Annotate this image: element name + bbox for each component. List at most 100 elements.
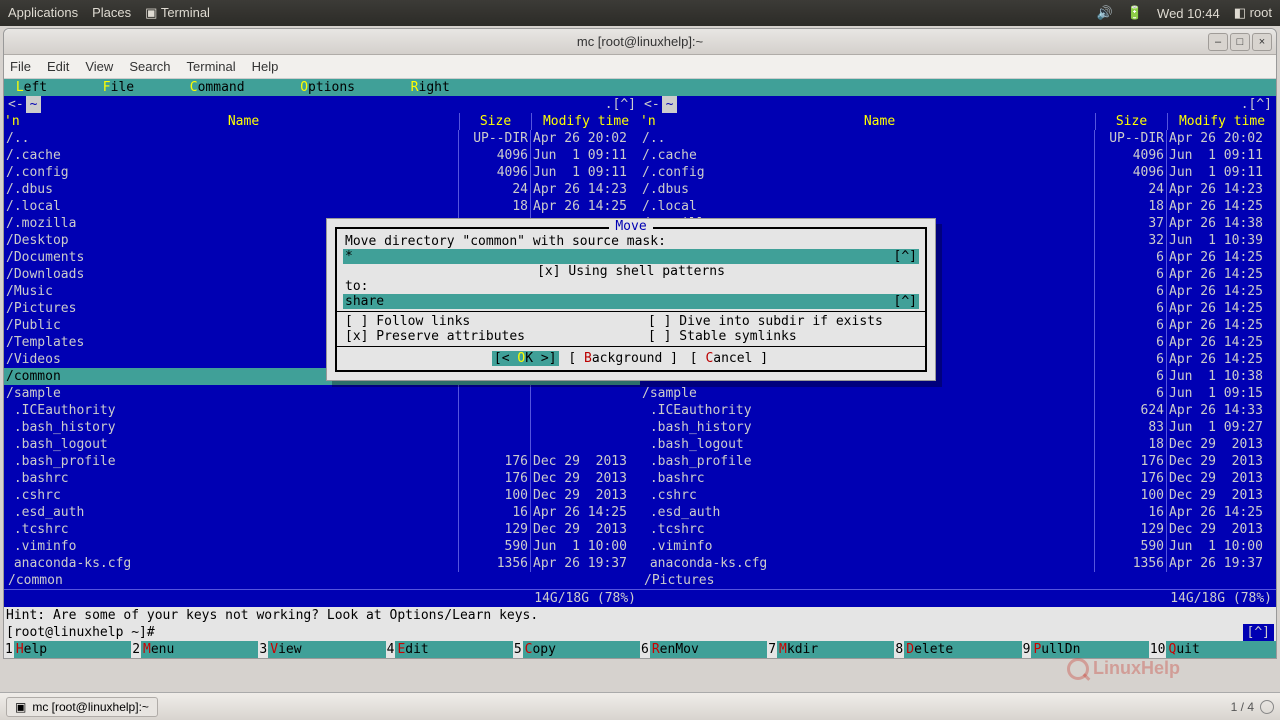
menu-view[interactable]: View [85, 59, 113, 74]
workspace-pager[interactable]: 1 / 4 [1231, 700, 1254, 714]
file-row[interactable]: .bash_logout [4, 436, 640, 453]
dialog-source-label: Move directory "common" with source mask… [343, 234, 919, 249]
menu-help[interactable]: Help [252, 59, 279, 74]
battery-icon[interactable]: 🔋 [1127, 5, 1143, 21]
shell-prompt[interactable]: [root@linuxhelp ~]# [^] [4, 624, 1276, 641]
menu-edit[interactable]: Edit [47, 59, 69, 74]
menu-terminal-launcher[interactable]: ▣ Terminal [145, 5, 210, 21]
col-size-header[interactable]: Size [460, 113, 532, 130]
mc-menu-item[interactable]: Right [403, 79, 458, 96]
mc-menubar[interactable]: Left File Command Options Right [4, 79, 1276, 96]
file-row[interactable]: .cshrc100Dec 29 2013 [4, 487, 640, 504]
col-sort-indicator[interactable]: 'n [640, 113, 664, 130]
file-row[interactable]: .ICEauthority [4, 402, 640, 419]
bottom-taskbar: ▣ mc [root@linuxhelp]:~ 1 / 4 [0, 692, 1280, 720]
fkey-3[interactable]: 3View [258, 641, 385, 658]
file-row[interactable]: /.dbus24Apr 26 14:23 [640, 181, 1276, 198]
file-row[interactable]: .bash_logout18Dec 29 2013 [640, 436, 1276, 453]
file-row[interactable]: .bash_profile176Dec 29 2013 [4, 453, 640, 470]
system-top-bar: Applications Places ▣ Terminal 🔊 🔋 Wed 1… [0, 0, 1280, 26]
fkey-9[interactable]: 9PullDn [1022, 641, 1149, 658]
stable-symlinks-checkbox[interactable]: [ ] Stable symlinks [646, 329, 919, 344]
file-row[interactable]: /..UP--DIRApr 26 20:02 [4, 130, 640, 147]
maximize-button[interactable]: □ [1230, 33, 1250, 51]
file-row[interactable]: /.local18Apr 26 14:25 [4, 198, 640, 215]
follow-links-checkbox[interactable]: [ ] Follow links [343, 314, 616, 329]
file-row[interactable]: .bashrc176Dec 29 2013 [640, 470, 1276, 487]
file-row[interactable]: .bash_profile176Dec 29 2013 [640, 453, 1276, 470]
file-row[interactable]: /.config4096Jun 1 09:11 [640, 164, 1276, 181]
file-row[interactable]: anaconda-ks.cfg1356Apr 26 19:37 [4, 555, 640, 572]
destination-input[interactable]: share[^] [343, 294, 919, 309]
fkey-5[interactable]: 5Copy [513, 641, 640, 658]
fkey-7[interactable]: 7Mkdir [767, 641, 894, 658]
menu-file[interactable]: File [10, 59, 31, 74]
file-row[interactable]: .viminfo590Jun 1 10:00 [640, 538, 1276, 555]
col-name-header[interactable]: Name [664, 113, 1096, 130]
fkey-1[interactable]: 1Help [4, 641, 131, 658]
pager-dot[interactable] [1260, 700, 1274, 714]
col-time-header[interactable]: Modify time [532, 113, 640, 130]
col-sort-indicator[interactable]: 'n [4, 113, 28, 130]
shell-patterns-checkbox[interactable]: [x] Using shell patterns [343, 264, 919, 279]
menu-applications[interactable]: Applications [8, 5, 78, 21]
left-panel-path[interactable]: ~ [26, 96, 42, 113]
fkey-2[interactable]: 2Menu [131, 641, 258, 658]
dive-subdir-checkbox[interactable]: [ ] Dive into subdir if exists [646, 314, 919, 329]
file-row[interactable]: .tcshrc129Dec 29 2013 [4, 521, 640, 538]
mc-menu-item[interactable]: Left [8, 79, 55, 96]
ok-button[interactable]: [< OK >] [492, 351, 559, 366]
preserve-attributes-checkbox[interactable]: [x] Preserve attributes [343, 329, 616, 344]
file-row[interactable]: /.cache4096Jun 1 09:11 [640, 147, 1276, 164]
col-size-header[interactable]: Size [1096, 113, 1168, 130]
close-button[interactable]: × [1252, 33, 1272, 51]
file-row[interactable]: /.dbus24Apr 26 14:23 [4, 181, 640, 198]
cancel-button[interactable]: [ Cancel ] [688, 351, 770, 366]
fkey-4[interactable]: 4Edit [386, 641, 513, 658]
file-row[interactable]: .viminfo590Jun 1 10:00 [4, 538, 640, 555]
panel-updown-icon[interactable]: .[^] [605, 96, 636, 113]
to-label: to: [343, 279, 919, 294]
fkey-8[interactable]: 8Delete [894, 641, 1021, 658]
mc-menu-item[interactable]: File [95, 79, 142, 96]
file-row[interactable]: /sample [4, 385, 640, 402]
source-mask-input[interactable]: *[^] [343, 249, 919, 264]
right-panel-path[interactable]: ~ [662, 96, 678, 113]
fkey-10[interactable]: 10Quit [1149, 641, 1276, 658]
file-row[interactable]: /.cache4096Jun 1 09:11 [4, 147, 640, 164]
mc-menu-item[interactable]: Command [182, 79, 252, 96]
minimize-button[interactable]: – [1208, 33, 1228, 51]
user-menu[interactable]: ◧ root [1234, 5, 1272, 21]
history-icon[interactable]: [^] [894, 294, 917, 309]
file-row[interactable]: /.config4096Jun 1 09:11 [4, 164, 640, 181]
left-panel-status: /common [4, 572, 640, 589]
panel-arrow-left[interactable]: <- [644, 96, 660, 113]
file-row[interactable]: .esd_auth16Apr 26 14:25 [640, 504, 1276, 521]
col-name-header[interactable]: Name [28, 113, 460, 130]
file-row[interactable]: .tcshrc129Dec 29 2013 [640, 521, 1276, 538]
clock[interactable]: Wed 10:44 [1157, 6, 1220, 21]
panel-arrow-left[interactable]: <- [8, 96, 24, 113]
history-icon[interactable]: [^] [894, 249, 917, 264]
window-titlebar[interactable]: mc [root@linuxhelp]:~ – □ × [4, 29, 1276, 55]
file-row[interactable]: /..UP--DIRApr 26 20:02 [640, 130, 1276, 147]
task-button[interactable]: ▣ mc [root@linuxhelp]:~ [6, 697, 158, 717]
file-row[interactable]: anaconda-ks.cfg1356Apr 26 19:37 [640, 555, 1276, 572]
file-row[interactable]: .cshrc100Dec 29 2013 [640, 487, 1276, 504]
file-row[interactable]: .ICEauthority624Apr 26 14:33 [640, 402, 1276, 419]
file-row[interactable]: /.local18Apr 26 14:25 [640, 198, 1276, 215]
col-time-header[interactable]: Modify time [1168, 113, 1276, 130]
mc-menu-item[interactable]: Options [292, 79, 362, 96]
background-button[interactable]: [ Background ] [566, 351, 680, 366]
volume-icon[interactable]: 🔊 [1097, 5, 1113, 21]
menu-places[interactable]: Places [92, 5, 131, 21]
panel-updown-icon[interactable]: .[^] [1241, 96, 1272, 113]
file-row[interactable]: .bashrc176Dec 29 2013 [4, 470, 640, 487]
fkey-6[interactable]: 6RenMov [640, 641, 767, 658]
file-row[interactable]: .bash_history83Jun 1 09:27 [640, 419, 1276, 436]
file-row[interactable]: .bash_history [4, 419, 640, 436]
file-row[interactable]: .esd_auth16Apr 26 14:25 [4, 504, 640, 521]
menu-terminal[interactable]: Terminal [187, 59, 236, 74]
file-row[interactable]: /sample6Jun 1 09:15 [640, 385, 1276, 402]
menu-search[interactable]: Search [129, 59, 170, 74]
